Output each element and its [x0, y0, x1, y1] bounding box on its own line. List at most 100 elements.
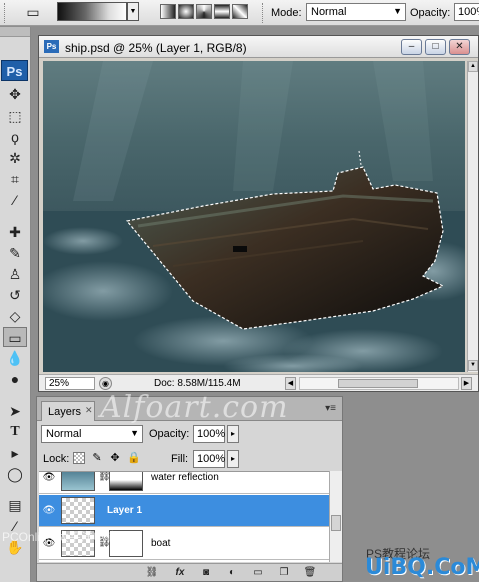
- radial-gradient-icon[interactable]: [178, 4, 194, 19]
- healing-brush-tool-icon[interactable]: ✚: [3, 222, 27, 242]
- fill-slider-icon[interactable]: ▸: [227, 450, 239, 468]
- document-title-bar[interactable]: Ps ship.psd @ 25% (Layer 1, RGB/8) – □ ✕: [39, 36, 478, 58]
- shape-tool-icon[interactable]: ◯: [3, 464, 27, 484]
- blend-mode-select[interactable]: Normal ▼: [41, 425, 143, 443]
- canvas-horizontal-scrollbar[interactable]: [299, 377, 459, 390]
- fill-field[interactable]: 100%: [193, 450, 225, 468]
- image-canvas[interactable]: [43, 61, 465, 372]
- diamond-gradient-icon[interactable]: [232, 4, 248, 19]
- options-bar: ▭ ▼ Mode: Normal ▼ Opacity: 100%: [0, 0, 479, 26]
- lock-transparency-icon[interactable]: [73, 452, 85, 464]
- scroll-down-icon[interactable]: ▼: [468, 360, 478, 371]
- options-separator: [262, 3, 264, 23]
- layer-name: water reflection: [151, 472, 219, 483]
- mode-label: Mode:: [271, 7, 302, 19]
- layer-thumbnail: [61, 530, 95, 557]
- close-button[interactable]: ✕: [449, 39, 470, 55]
- layers-panel-footer: ⛓ fx ◙ ◐ ▭ ❐ 🗑: [37, 563, 342, 581]
- layers-panel: Layers ✕ ▾≡ Normal ▼ Opacity: 100% ▸ Loc…: [36, 396, 343, 582]
- marquee-tool-icon[interactable]: ⬚: [3, 106, 27, 126]
- maximize-button[interactable]: □: [425, 39, 446, 55]
- gradient-picker-dropdown-icon[interactable]: ▼: [127, 2, 139, 21]
- layer-list-scroll-thumb[interactable]: [331, 515, 341, 531]
- opacity-slider-icon[interactable]: ▸: [227, 425, 239, 443]
- layer-row-water-reflection[interactable]: 👁 ⛓ water reflection: [39, 472, 329, 494]
- linear-gradient-icon[interactable]: [160, 4, 176, 19]
- clone-stamp-tool-icon[interactable]: ♙: [3, 264, 27, 284]
- zoom-field[interactable]: 25%: [45, 377, 95, 390]
- layer-row-layer-1[interactable]: 👁 Layer 1: [39, 495, 329, 527]
- add-mask-icon[interactable]: ◙: [199, 566, 213, 579]
- mode-value: Normal: [311, 6, 347, 18]
- layer-name: boat: [151, 538, 171, 549]
- layer-mask-thumbnail[interactable]: [109, 472, 143, 491]
- watermark-ps-forum: PS教程论坛: [366, 547, 431, 561]
- opacity-label: Opacity:: [410, 7, 451, 19]
- eye-icon[interactable]: 👁: [42, 538, 56, 549]
- angle-gradient-icon[interactable]: [196, 4, 212, 19]
- tab-layers[interactable]: Layers ✕: [41, 401, 95, 421]
- eyedropper-tool-2-icon[interactable]: ⁄: [3, 516, 27, 536]
- layer-style-icon[interactable]: fx: [173, 566, 187, 579]
- blend-mode-value: Normal: [46, 428, 82, 440]
- tab-layers-label: Layers: [48, 406, 82, 418]
- ps-logo[interactable]: Ps: [1, 60, 28, 81]
- layer-list-scrollbar[interactable]: [329, 471, 342, 562]
- reflected-gradient-icon[interactable]: [214, 4, 230, 19]
- layer-mask-thumbnail[interactable]: [109, 530, 143, 557]
- scroll-left-icon[interactable]: ◀: [285, 377, 296, 390]
- status-info-icon[interactable]: ◉: [99, 377, 112, 390]
- document-window: Ps ship.psd @ 25% (Layer 1, RGB/8) – □ ✕: [38, 35, 479, 392]
- mode-select[interactable]: Normal ▼: [306, 3, 406, 21]
- lock-image-icon[interactable]: ✎: [91, 452, 103, 464]
- lock-all-icon[interactable]: 🔒: [127, 452, 141, 464]
- layer-opacity-field[interactable]: 100%: [193, 425, 225, 443]
- type-tool-icon[interactable]: T: [3, 422, 27, 442]
- new-layer-icon[interactable]: ❐: [277, 566, 291, 579]
- layers-panel-tabbar: Layers ✕ ▾≡: [37, 397, 342, 421]
- notes-tool-icon[interactable]: ▤: [3, 495, 27, 515]
- crop-tool-icon[interactable]: ⌗: [3, 169, 27, 189]
- pen-tool-icon[interactable]: ▸: [3, 443, 27, 463]
- eraser-tool-icon[interactable]: ◇: [3, 306, 27, 326]
- close-icon[interactable]: ✕: [85, 405, 93, 416]
- document-info[interactable]: Doc: 8.58M/115.4M: [154, 378, 241, 389]
- document-title: ship.psd @ 25% (Layer 1, RGB/8): [65, 41, 247, 55]
- options-grip[interactable]: [4, 3, 6, 23]
- hand-tool-icon[interactable]: ✋: [3, 537, 27, 557]
- gradient-tool-preset-icon[interactable]: ▭: [22, 2, 44, 22]
- canvas-vertical-scrollbar[interactable]: ▲ ▼: [467, 61, 478, 372]
- gradient-swatch[interactable]: [57, 2, 127, 21]
- underwater-ship-image: [43, 61, 465, 372]
- path-selection-tool-icon[interactable]: ➤: [3, 401, 27, 421]
- panel-menu-icon[interactable]: ▾≡: [325, 403, 336, 414]
- delete-layer-icon[interactable]: 🗑: [303, 566, 317, 579]
- tools-panel: Ps ✥ ⬚ ϙ ✲ ⌗ ⁄ ✚ ✎ ♙ ↺ ◇ ▭ 💧 ● ➤ T ▸ ◯ ▤…: [0, 27, 31, 582]
- layer-thumbnail: [61, 497, 95, 524]
- lock-position-icon[interactable]: ✥: [109, 452, 121, 464]
- gradient-tool-icon[interactable]: ▭: [3, 327, 27, 347]
- eyedropper-tool-icon[interactable]: ⁄: [3, 190, 27, 210]
- horizontal-scroll-thumb[interactable]: [338, 379, 418, 388]
- opacity-field[interactable]: 100%: [454, 3, 479, 21]
- lasso-tool-icon[interactable]: ϙ: [3, 127, 27, 147]
- scroll-up-icon[interactable]: ▲: [468, 61, 478, 72]
- dodge-tool-icon[interactable]: ●: [3, 369, 27, 389]
- blur-tool-icon[interactable]: 💧: [3, 348, 27, 368]
- eye-icon[interactable]: 👁: [42, 505, 56, 516]
- eye-icon[interactable]: 👁: [42, 472, 56, 483]
- link-layers-icon[interactable]: ⛓: [145, 566, 159, 579]
- adjustment-layer-icon[interactable]: ◐: [225, 566, 239, 579]
- minimize-button[interactable]: –: [401, 39, 422, 55]
- chevron-down-icon: ▼: [393, 6, 402, 16]
- brush-tool-icon[interactable]: ✎: [3, 243, 27, 263]
- tools-panel-header[interactable]: [0, 27, 30, 37]
- lock-label: Lock:: [43, 453, 70, 465]
- move-tool-icon[interactable]: ✥: [3, 84, 27, 104]
- scroll-right-icon[interactable]: ▶: [461, 377, 472, 390]
- magic-wand-tool-icon[interactable]: ✲: [3, 148, 27, 168]
- layer-row-boat[interactable]: 👁 ⛓ boat: [39, 528, 329, 560]
- history-brush-tool-icon[interactable]: ↺: [3, 285, 27, 305]
- layer-thumbnail: [61, 472, 95, 491]
- new-group-icon[interactable]: ▭: [251, 566, 265, 579]
